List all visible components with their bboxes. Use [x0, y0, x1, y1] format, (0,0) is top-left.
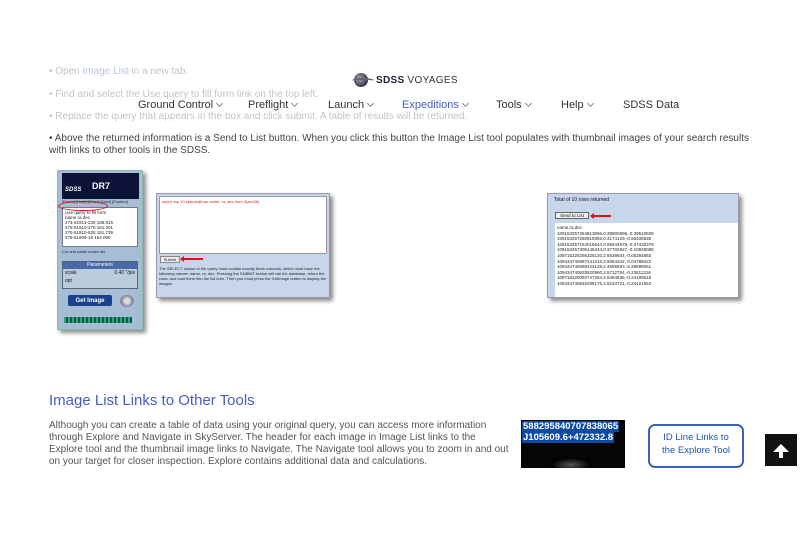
logo-text-voyages: VOYAGES [407, 74, 458, 86]
red-highlight-circle [58, 201, 108, 211]
results-screenshot: Total of 10 rows returned Send to List n… [547, 193, 739, 298]
send-to-list-button: Send to List [555, 212, 589, 219]
results-title: Total of 10 rows returned [554, 197, 610, 203]
results-table: name,ra,dec 109153257254813696,0.3990089… [555, 223, 738, 297]
gear-icon [120, 295, 134, 307]
dr7-get-image-button: Get Image [68, 295, 112, 306]
send-to-list-paragraph: • Above the returned information is a Se… [49, 133, 749, 156]
site-header: SDSS VOYAGES Ground Control Preflight La… [0, 0, 800, 125]
section-title: Image List Links to Other Tools [49, 392, 255, 409]
red-arrow-icon [180, 256, 203, 262]
sql-submit-button: Submit [160, 256, 180, 263]
id-line-image: 588295840707838065 J105609.6+472332.8 [521, 420, 625, 468]
logo-text-sdss: SDSS [376, 74, 405, 86]
object-id: 588295840707838065 [522, 421, 620, 432]
sdss-logo-icon [352, 72, 374, 88]
chevron-down-icon [216, 99, 224, 108]
id-line-callout: ID Line Links to the Explore Tool [648, 424, 744, 468]
chevron-down-icon [367, 99, 375, 108]
dr7-list-textarea: Use query to fill form name ra dec 274-5… [62, 207, 138, 247]
dr7-image-list-screenshot: SDSS DR7 [Home] [Help] [Chart] [Navi] [E… [57, 170, 143, 330]
galaxy-image [551, 458, 591, 468]
nav-launch[interactable]: Launch [328, 99, 375, 111]
dr7-caption: Cut and paste ranlec list [62, 249, 105, 254]
zoom-slider [64, 317, 132, 323]
main-nav: Ground Control Preflight Launch Expediti… [0, 99, 800, 115]
nav-help[interactable]: Help [561, 99, 594, 111]
nav-preflight[interactable]: Preflight [248, 99, 299, 111]
site-logo[interactable]: SDSS VOYAGES [352, 72, 458, 88]
sql-description: The SELECT clause of the query must cont… [159, 266, 327, 286]
back-to-top-button[interactable] [765, 434, 797, 466]
object-coords: J105609.6+472332.8 [522, 432, 615, 443]
nav-tools[interactable]: Tools [496, 99, 532, 111]
nav-sdss-data[interactable]: SDSS Data [623, 99, 679, 111]
list-item: 109434740645298176,2.5243721,-0.24421653 [557, 280, 652, 286]
dr7-parameters: Parameters scale 0.40 "/pix opt [62, 261, 138, 289]
sql-query-screenshot: select top 10 specobjid as name, ra, dec… [156, 193, 330, 298]
nav-ground-control[interactable]: Ground Control [138, 99, 224, 111]
section-paragraph: Although you can create a table of data … [49, 420, 509, 467]
dr7-header: SDSS DR7 [62, 173, 139, 199]
sql-query-textarea: select top 10 specobjid as name, ra, dec… [159, 196, 327, 254]
chevron-down-icon [291, 99, 299, 108]
nav-expeditions[interactable]: Expeditions [402, 99, 469, 111]
chevron-down-icon [586, 99, 594, 108]
red-arrow-icon [590, 213, 611, 219]
chevron-down-icon [524, 99, 532, 108]
chevron-down-icon [461, 99, 469, 108]
